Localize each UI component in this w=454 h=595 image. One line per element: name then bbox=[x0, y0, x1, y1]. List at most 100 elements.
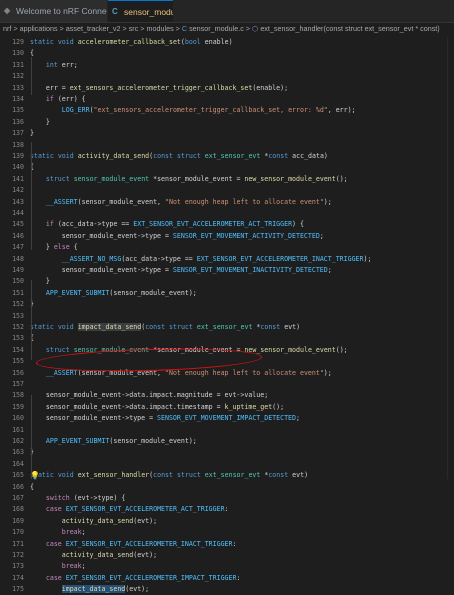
line-number: 158 bbox=[12, 391, 24, 400]
code-text[interactable]: sensor_module_event->type = SENSOR_EVT_M… bbox=[30, 265, 332, 276]
code-line[interactable]: 163} bbox=[0, 447, 454, 458]
breadcrumb-item[interactable]: ext_sensor_handler(const struct ext_sens… bbox=[260, 22, 439, 36]
code-line[interactable]: 152 static void impact_data_send(const st… bbox=[0, 322, 454, 333]
code-text[interactable]: if (acc_data->type == EXT_SENSOR_EVT_ACC… bbox=[30, 219, 304, 230]
code-text[interactable]: activity_data_send(evt); bbox=[30, 550, 157, 561]
code-text[interactable]: APP_EVENT_SUBMIT(sensor_module_event); bbox=[30, 288, 197, 299]
code-text[interactable]: } bbox=[30, 128, 34, 139]
code-line[interactable]: 139 static void activity_data_send(const … bbox=[0, 151, 454, 162]
code-text[interactable]: int err; bbox=[30, 60, 78, 71]
code-line[interactable]: 144 bbox=[0, 208, 454, 219]
code-text[interactable]: static void impact_data_send(const struc… bbox=[30, 322, 300, 333]
tab-sensor-module[interactable]: C sensor_module.c 2 bbox=[108, 0, 173, 22]
line-number: 138 bbox=[12, 140, 24, 149]
code-text[interactable]: sensor_module_event->type = SENSOR_EVT_M… bbox=[30, 231, 324, 242]
code-line[interactable]: 173 break; bbox=[0, 561, 454, 572]
code-line[interactable]: 140{ bbox=[0, 162, 454, 173]
code-line[interactable]: 143 __ASSERT(sensor_module_event, "Not e… bbox=[0, 197, 454, 208]
code-line[interactable]: 136 } bbox=[0, 117, 454, 128]
code-text[interactable]: __ASSERT_NO_MSG(acc_data->type == EXT_SE… bbox=[30, 254, 372, 265]
code-line[interactable]: 133 err = ext_sensors_accelerometer_trig… bbox=[0, 83, 454, 94]
code-text[interactable]: sensor_module_event->type = SENSOR_EVT_M… bbox=[30, 413, 300, 424]
code-text[interactable]: APP_EVENT_SUBMIT(sensor_module_event); bbox=[30, 436, 197, 447]
code-text[interactable]: } bbox=[30, 276, 50, 287]
code-line[interactable]: 174 case EXT_SENSOR_EVT_ACCELEROMETER_IM… bbox=[0, 573, 454, 584]
code-line[interactable]: 166 { bbox=[0, 482, 454, 493]
code-editor[interactable]: 129 static void accelerometer_callback_se… bbox=[0, 37, 454, 594]
code-line[interactable]: 167 switch (evt->type) { bbox=[0, 493, 454, 504]
code-text[interactable]: { bbox=[30, 482, 34, 493]
code-line[interactable]: 146 sensor_module_event->type = SENSOR_E… bbox=[0, 231, 454, 242]
code-line[interactable]: 145 if (acc_data->type == EXT_SENSOR_EVT… bbox=[0, 219, 454, 230]
code-text[interactable]: case EXT_SENSOR_EVT_ACCELEROMETER_IMPACT… bbox=[30, 573, 241, 584]
code-text[interactable]: static void activity_data_send(const str… bbox=[30, 151, 328, 162]
code-line[interactable]: 137} bbox=[0, 128, 454, 139]
code-line[interactable]: 172 activity_data_send(evt); bbox=[0, 550, 454, 561]
code-text[interactable]: sensor_module_event->data.impact.timesta… bbox=[30, 402, 284, 413]
code-text[interactable]: case EXT_SENSOR_EVT_ACCELEROMETER_ACT_TR… bbox=[30, 504, 229, 515]
code-line[interactable]: 170 break; bbox=[0, 527, 454, 538]
code-line[interactable]: 161 bbox=[0, 425, 454, 436]
code-line[interactable]: 153 bbox=[0, 311, 454, 322]
code-line[interactable]: 159 sensor_module_event->data.impact.tim… bbox=[0, 402, 454, 413]
code-line[interactable]: 162 APP_EVENT_SUBMIT(sensor_module_event… bbox=[0, 436, 454, 447]
code-text[interactable]: if (err) { bbox=[30, 94, 86, 105]
code-text[interactable]: break; bbox=[30, 561, 86, 572]
line-number: 152 bbox=[12, 300, 24, 309]
code-text[interactable]: impact_data_send(evt); bbox=[30, 584, 149, 595]
code-line[interactable]: 147 } else { bbox=[0, 242, 454, 253]
code-line[interactable]: 169 activity_data_send(evt); bbox=[0, 516, 454, 527]
code-line[interactable]: 153{ bbox=[0, 333, 454, 344]
code-text[interactable]: sensor_module_event->data.impact.magnitu… bbox=[30, 390, 268, 401]
code-text[interactable]: } bbox=[30, 117, 50, 128]
code-text[interactable]: __ASSERT(sensor_module_event, "Not enoug… bbox=[30, 197, 332, 208]
code-text[interactable]: } else { bbox=[30, 242, 78, 253]
line-number: 144 bbox=[12, 209, 24, 217]
breadcrumb-item[interactable]: modules bbox=[147, 22, 174, 36]
code-line[interactable]: 150 } bbox=[0, 276, 454, 287]
code-line[interactable]: 158 sensor_module_event->data.impact.mag… bbox=[0, 390, 454, 401]
code-line[interactable]: 134 if (err) { bbox=[0, 94, 454, 105]
breadcrumb-item[interactable]: src bbox=[129, 22, 139, 36]
code-line[interactable]: 149 sensor_module_event->type = SENSOR_E… bbox=[0, 265, 454, 276]
tab-welcome[interactable]: ◈ Welcome to nRF Connect bbox=[0, 0, 108, 22]
code-text[interactable]: switch (evt->type) { bbox=[30, 493, 125, 504]
line-number: 145 bbox=[12, 220, 24, 229]
vertical-scrollbar[interactable] bbox=[447, 37, 454, 479]
breadcrumb-item[interactable]: asset_tracker_v2 bbox=[66, 22, 121, 36]
code-line[interactable]: 130{ bbox=[0, 48, 454, 59]
code-line[interactable]: 175 impact_data_send(evt); bbox=[0, 584, 454, 595]
code-line[interactable]: 135 LOG_ERR("ext_sensors_accelerometer_t… bbox=[0, 105, 454, 116]
code-line[interactable]: 148 __ASSERT_NO_MSG(acc_data->type == EX… bbox=[0, 254, 454, 265]
code-line[interactable]: 132 bbox=[0, 71, 454, 82]
code-line[interactable]: 152} bbox=[0, 299, 454, 310]
code-text[interactable]: case EXT_SENSOR_EVT_ACCELEROMETER_INACT_… bbox=[30, 539, 237, 550]
code-text[interactable]: struct sensor_module_event *sensor_modul… bbox=[30, 174, 348, 185]
code-line[interactable]: 160 sensor_module_event->type = SENSOR_E… bbox=[0, 413, 454, 424]
code-text[interactable]: LOG_ERR("ext_sensors_accelerometer_trigg… bbox=[30, 105, 356, 116]
code-line[interactable]: 157 bbox=[0, 379, 454, 390]
code-line[interactable]: 171 case EXT_SENSOR_EVT_ACCELEROMETER_IN… bbox=[0, 539, 454, 550]
code-text[interactable]: static void ext_sensor_handler(const str… bbox=[30, 470, 308, 481]
code-text[interactable]: break; bbox=[30, 527, 86, 538]
code-line[interactable]: 131 int err; bbox=[0, 60, 454, 71]
code-text[interactable]: activity_data_send(evt); bbox=[30, 516, 157, 527]
breadcrumb-item[interactable]: applications bbox=[20, 22, 58, 36]
code-line[interactable]: 129 static void accelerometer_callback_se… bbox=[0, 37, 454, 48]
code-line[interactable]: 138 bbox=[0, 140, 454, 151]
code-text[interactable]: static void accelerometer_callback_set(b… bbox=[30, 37, 233, 48]
code-line[interactable]: 165 static void ext_sensor_handler(const … bbox=[0, 470, 454, 481]
code-line[interactable]: 141 struct sensor_module_event *sensor_m… bbox=[0, 174, 454, 185]
breadcrumb-item[interactable]: sensor_module.c bbox=[189, 22, 244, 36]
code-line[interactable]: 151 APP_EVENT_SUBMIT(sensor_module_event… bbox=[0, 288, 454, 299]
code-line[interactable]: 142 bbox=[0, 185, 454, 196]
code-line[interactable]: 164 bbox=[0, 459, 454, 470]
code-text[interactable]: err = ext_sensors_accelerometer_trigger_… bbox=[30, 83, 288, 94]
breadcrumb-item[interactable]: nrf bbox=[3, 22, 11, 36]
line-number: 130 bbox=[12, 49, 24, 58]
editor-tab-bar: ◈ Welcome to nRF Connect C sensor_module… bbox=[0, 0, 454, 23]
indent-guide bbox=[31, 57, 32, 95]
code-line[interactable]: 168 case EXT_SENSOR_EVT_ACCELEROMETER_AC… bbox=[0, 504, 454, 515]
line-number: 146 bbox=[12, 231, 24, 240]
line-number: 156 bbox=[12, 368, 24, 377]
